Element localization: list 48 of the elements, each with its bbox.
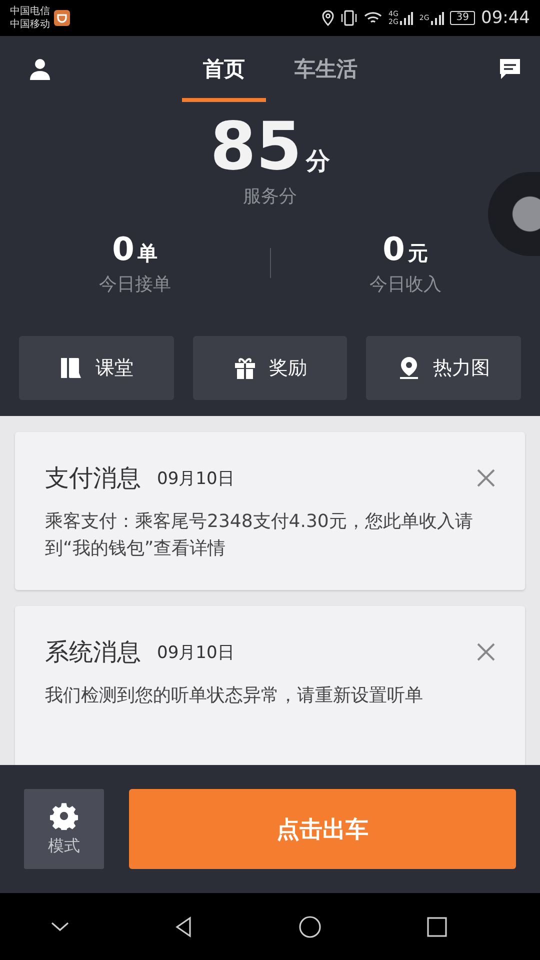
vibrate-icon — [340, 10, 358, 26]
home-button[interactable] — [298, 914, 322, 938]
gift-icon — [233, 356, 257, 380]
close-icon — [477, 643, 495, 661]
collapse-icon — [51, 922, 70, 932]
shortcut-button[interactable]: 奖励 — [192, 336, 348, 400]
score-label: 服务分 — [243, 185, 297, 208]
message-title: 系统消息 — [45, 637, 141, 668]
app-notification-icon — [54, 10, 70, 26]
mode-button[interactable]: 模式 — [24, 789, 104, 869]
messages-button[interactable] — [498, 57, 522, 81]
recents-button[interactable] — [424, 914, 449, 938]
book-icon — [59, 356, 84, 380]
close-button[interactable] — [477, 469, 495, 487]
stat-label: 今日接单 — [98, 273, 171, 296]
stat-unit: 单 — [137, 240, 158, 267]
score-value: 85 — [210, 114, 302, 180]
battery-level: 39 — [450, 11, 475, 25]
nav-tab[interactable]: 车生活 — [284, 40, 368, 102]
clock-time: 09:44 — [481, 8, 530, 28]
message-text: 我们检测到您的听单状态异常，请重新设置听单 — [45, 684, 424, 708]
shortcut-button[interactable]: 热力图 — [366, 336, 522, 400]
stat-label: 今日收入 — [369, 273, 442, 296]
signal-icon — [430, 11, 444, 25]
message-title: 支付消息 — [45, 463, 141, 494]
stat-unit: 元 — [408, 240, 428, 267]
message-text: 乘客支付：乘客尾号2348支付4.30元，您此单收入请到“我的钱包”查看详情 — [45, 510, 474, 561]
score-unit: 分 — [306, 146, 330, 177]
signal-icon — [399, 11, 414, 25]
profile-button[interactable] — [28, 57, 52, 81]
home-icon — [298, 914, 322, 938]
message-date: 09月10日 — [157, 468, 236, 490]
close-icon — [477, 469, 495, 487]
message-date: 09月10日 — [157, 642, 236, 664]
settings-icon — [50, 802, 78, 830]
floating-button[interactable] — [488, 172, 540, 256]
carrier-name: 中国电信 — [10, 5, 50, 18]
location-icon — [322, 10, 334, 26]
stat-value: 0 — [382, 230, 405, 268]
collapse-button[interactable] — [51, 922, 70, 932]
recents-icon — [424, 914, 449, 938]
chat-icon — [498, 57, 522, 81]
shortcut-button[interactable]: 课堂 — [19, 336, 174, 400]
wifi-icon — [364, 11, 382, 25]
person-icon — [28, 57, 52, 81]
stat-value: 0 — [112, 230, 134, 268]
carrier-name: 中国移动 — [10, 18, 50, 31]
close-button[interactable] — [477, 643, 495, 661]
